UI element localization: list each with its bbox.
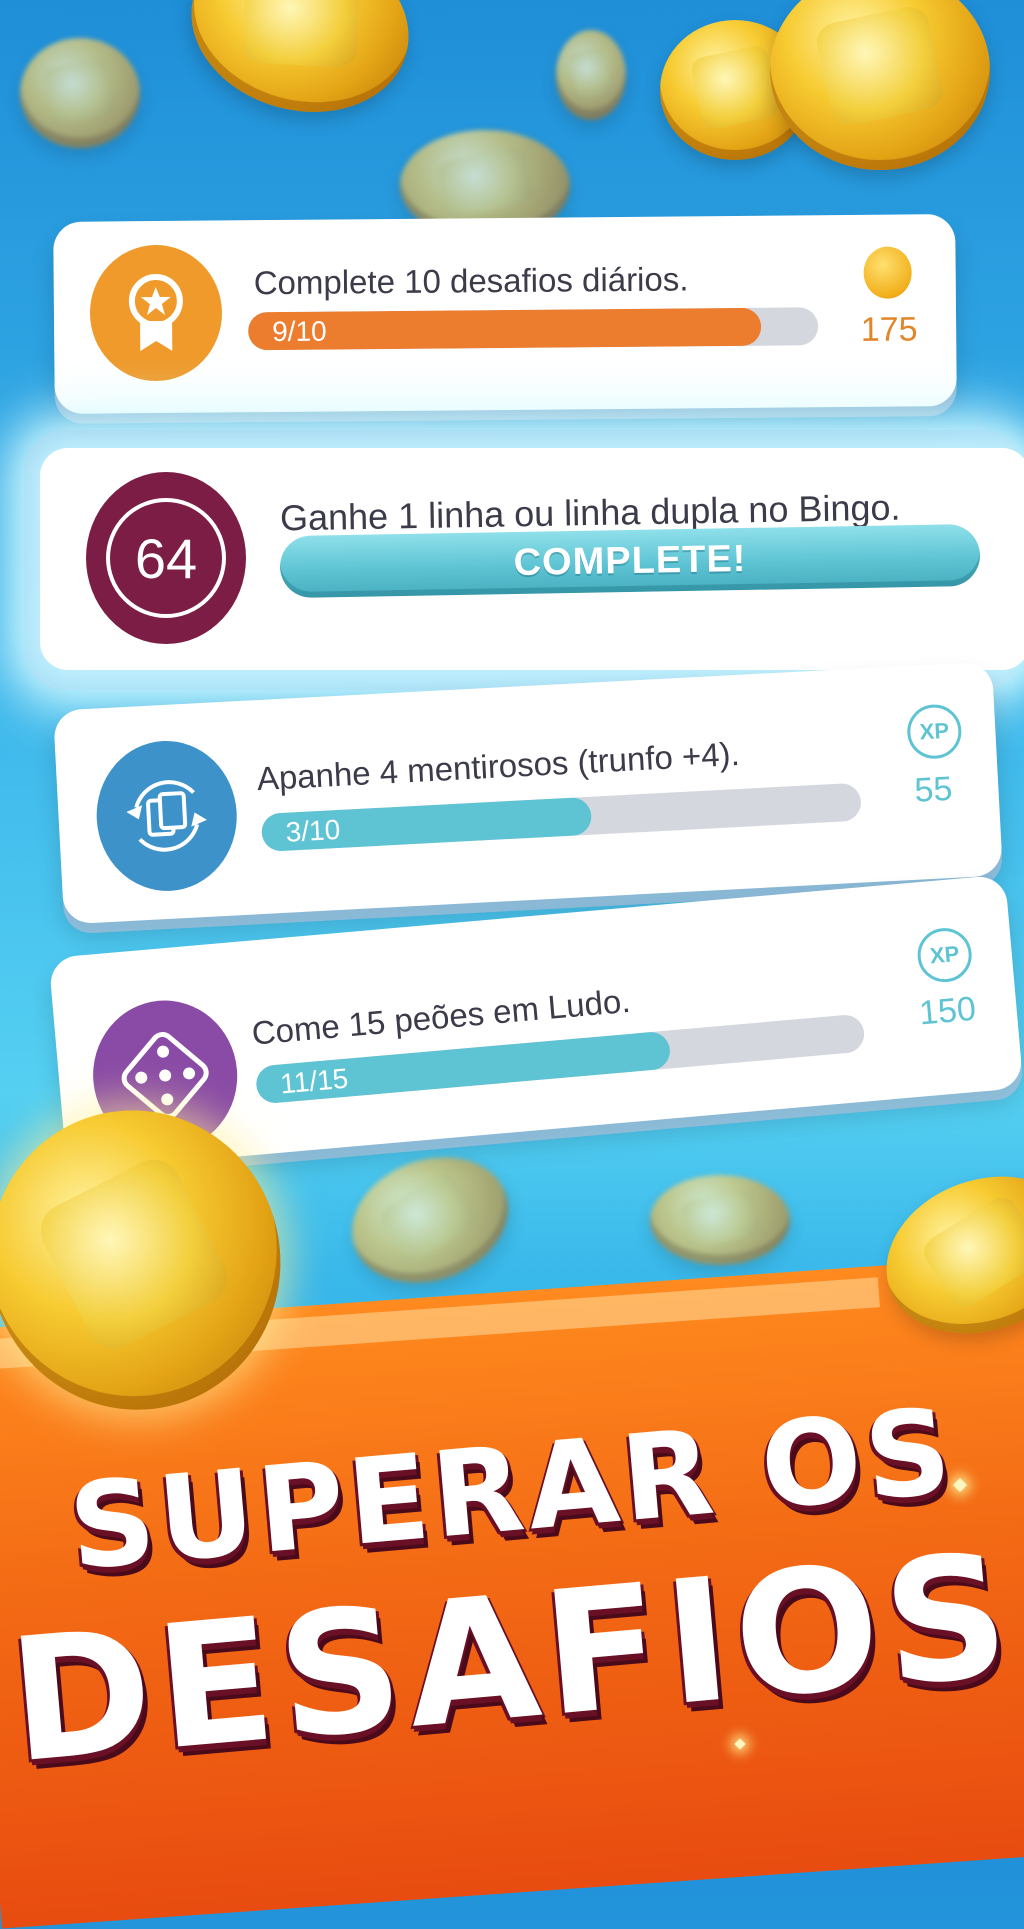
reward-value: 150 xyxy=(917,989,978,1033)
challenge-card-daily[interactable]: Complete 10 desafios diários. 9/10 175 xyxy=(53,214,957,414)
ribbon-medal-icon xyxy=(89,244,223,382)
challenge-title: Complete 10 desafios diários. xyxy=(253,260,689,302)
coin-decoration xyxy=(171,0,429,136)
progress-label: 3/10 xyxy=(284,813,341,848)
reward-value: 175 xyxy=(860,310,918,349)
reward-value: 55 xyxy=(913,769,954,810)
xp-icon: XP xyxy=(905,703,963,761)
number-64-icon: 64 xyxy=(86,472,246,644)
cards-swap-icon xyxy=(92,737,241,895)
challenge-card-liar[interactable]: Apanhe 4 mentirosos (trunfo +4). 3/10 XP… xyxy=(53,661,1003,925)
challenge-card-bingo[interactable]: 64 Ganhe 1 linha ou linha dupla no Bingo… xyxy=(40,448,1024,670)
xp-icon: XP xyxy=(915,925,974,985)
coin-decoration xyxy=(334,1136,526,1304)
progress-label: 9/10 xyxy=(272,315,327,348)
coin-decoration xyxy=(650,1175,790,1265)
coin-decoration xyxy=(20,38,140,148)
complete-bar: COMPLETE! xyxy=(279,523,981,599)
challenge-title: Apanhe 4 mentirosos (trunfo +4). xyxy=(255,734,741,798)
complete-label: COMPLETE! xyxy=(513,537,747,584)
coin-icon xyxy=(863,246,912,299)
coin-decoration xyxy=(770,0,990,170)
coin-decoration xyxy=(556,30,626,120)
progress-label: 11/15 xyxy=(278,1062,350,1100)
progress-bar: 9/10 xyxy=(247,307,819,351)
badge-number: 64 xyxy=(134,526,198,590)
